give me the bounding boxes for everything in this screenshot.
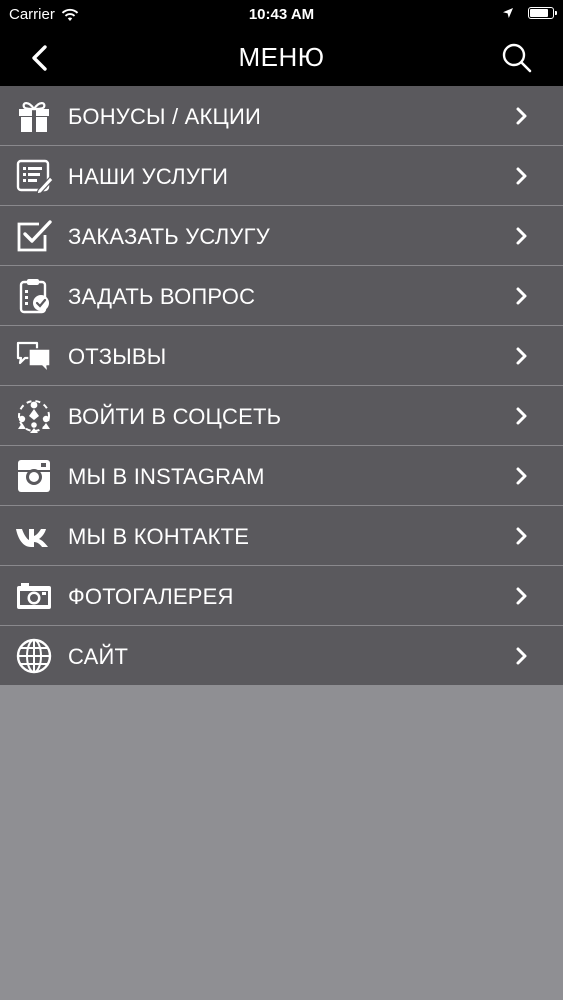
chevron-right-icon xyxy=(516,647,527,665)
menu-item-social-login[interactable]: ВОЙТИ В СОЦСЕТЬ xyxy=(0,386,563,446)
menu-item-photo-gallery[interactable]: ФОТОГАЛЕРЕЯ xyxy=(0,566,563,626)
menu-item-vkontakte[interactable]: МЫ В КОНТАКТЕ xyxy=(0,506,563,566)
chevron-right-icon xyxy=(516,407,527,425)
chevron-right-icon xyxy=(516,587,527,605)
chevron-right-icon xyxy=(516,347,527,365)
social-network-icon xyxy=(18,400,50,433)
menu-item-reviews[interactable]: ОТЗЫВЫ xyxy=(0,326,563,386)
battery-fill xyxy=(530,9,548,17)
menu-item-label: САЙТ xyxy=(68,644,129,669)
menu-list: БОНУСЫ / АКЦИИ НАШИ УСЛУГИ ЗАКАЗАТЬ УСЛУ… xyxy=(0,86,563,685)
menu-item-label: ОТЗЫВЫ xyxy=(68,344,167,369)
chevron-right-icon xyxy=(516,467,527,485)
menu-item-label: ЗАКАЗАТЬ УСЛУГУ xyxy=(68,224,270,249)
status-time: 10:43 AM xyxy=(248,6,315,23)
location-arrow-icon xyxy=(503,8,513,18)
globe-icon xyxy=(16,638,52,674)
battery-icon xyxy=(528,7,557,19)
checkbox-icon xyxy=(17,220,52,252)
menu-item-label: БОНУСЫ / АКЦИИ xyxy=(68,104,262,129)
search-icon[interactable] xyxy=(501,42,533,74)
list-edit-icon xyxy=(16,159,53,195)
menu-item-label: ФОТОГАЛЕРЕЯ xyxy=(68,584,234,609)
vk-icon xyxy=(16,529,48,547)
chat-bubbles-icon xyxy=(16,341,51,373)
chevron-right-icon xyxy=(516,287,527,305)
menu-item-label: ВОЙТИ В СОЦСЕТЬ xyxy=(68,404,282,429)
gift-icon xyxy=(19,102,49,132)
menu-item-order-service[interactable]: ЗАКАЗАТЬ УСЛУГУ xyxy=(0,206,563,266)
menu-item-label: МЫ В INSTAGRAM xyxy=(68,464,265,489)
chevron-right-icon xyxy=(516,167,527,185)
status-bar: Carrier 10:43 AM xyxy=(0,0,563,30)
chevron-right-icon xyxy=(516,227,527,245)
status-right xyxy=(502,7,557,19)
page-title: МЕНЮ xyxy=(238,42,325,72)
menu-item-label: МЫ В КОНТАКТЕ xyxy=(68,524,250,549)
chevron-right-icon xyxy=(516,527,527,545)
menu-item-ask-question[interactable]: ЗАДАТЬ ВОПРОС xyxy=(0,266,563,326)
navigation-bar: МЕНЮ xyxy=(0,30,563,86)
camera-icon xyxy=(17,583,51,609)
empty-content-area xyxy=(0,685,563,1000)
menu-item-bonuses[interactable]: БОНУСЫ / АКЦИИ xyxy=(0,86,563,146)
clipboard-check-icon xyxy=(19,279,49,314)
menu-item-label: ЗАДАТЬ ВОПРОС xyxy=(68,284,256,309)
menu-item-services[interactable]: НАШИ УСЛУГИ xyxy=(0,146,563,206)
menu-item-website[interactable]: САЙТ xyxy=(0,626,563,685)
menu-item-label: НАШИ УСЛУГИ xyxy=(68,164,229,189)
chevron-right-icon xyxy=(516,107,527,125)
instagram-icon xyxy=(18,460,50,492)
menu-item-instagram[interactable]: МЫ В INSTAGRAM xyxy=(0,446,563,506)
